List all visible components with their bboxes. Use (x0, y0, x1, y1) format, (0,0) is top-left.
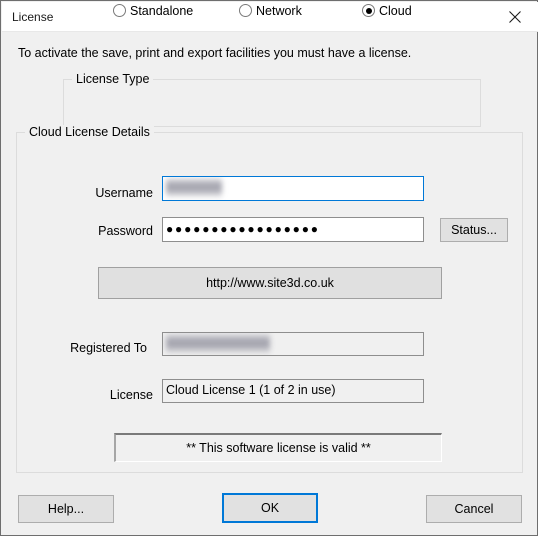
intro-text: To activate the save, print and export f… (18, 46, 412, 60)
website-url-banner[interactable]: http://www.site3d.co.uk (98, 267, 442, 299)
registered-to-redacted-value: xxxxxxxxxxxx (166, 333, 270, 354)
radio-cloud-label: Cloud (379, 4, 412, 18)
registered-to-input: xxxxxxxxxxxx (162, 332, 424, 356)
radio-cloud-indicator (362, 4, 375, 17)
license-type-group-title: License Type (72, 72, 154, 86)
ok-button[interactable]: OK (222, 493, 318, 523)
license-type-group: License Type (63, 72, 481, 127)
radio-network-indicator (239, 4, 252, 17)
radio-network-label: Network (256, 4, 302, 18)
close-icon (509, 11, 521, 23)
help-button[interactable]: Help... (18, 495, 114, 523)
password-masked-value: ●●●●●●●●●●●●●●●●● (166, 222, 320, 236)
status-button[interactable]: Status... (440, 218, 508, 242)
license-label: License (109, 388, 153, 402)
radio-standalone-label: Standalone (130, 4, 194, 18)
cancel-button[interactable]: Cancel (426, 495, 522, 523)
username-label: Username (95, 186, 153, 200)
password-label: Password (98, 224, 153, 238)
username-input[interactable]: xxxxxxx (162, 176, 424, 201)
license-dialog: License To activate the save, print and … (0, 0, 538, 536)
registered-to-label: Registered To (70, 341, 147, 355)
window-title: License (12, 10, 54, 24)
password-input[interactable]: ●●●●●●●●●●●●●●●●● (162, 217, 424, 242)
license-validity-banner: ** This software license is valid ** (114, 433, 442, 462)
close-button[interactable] (493, 2, 538, 31)
license-input: Cloud License 1 (1 of 2 in use) (162, 379, 424, 403)
cloud-license-details-group-title: Cloud License Details (25, 125, 154, 139)
username-redacted-value: xxxxxxx (166, 177, 222, 198)
radio-standalone-indicator (113, 4, 126, 17)
